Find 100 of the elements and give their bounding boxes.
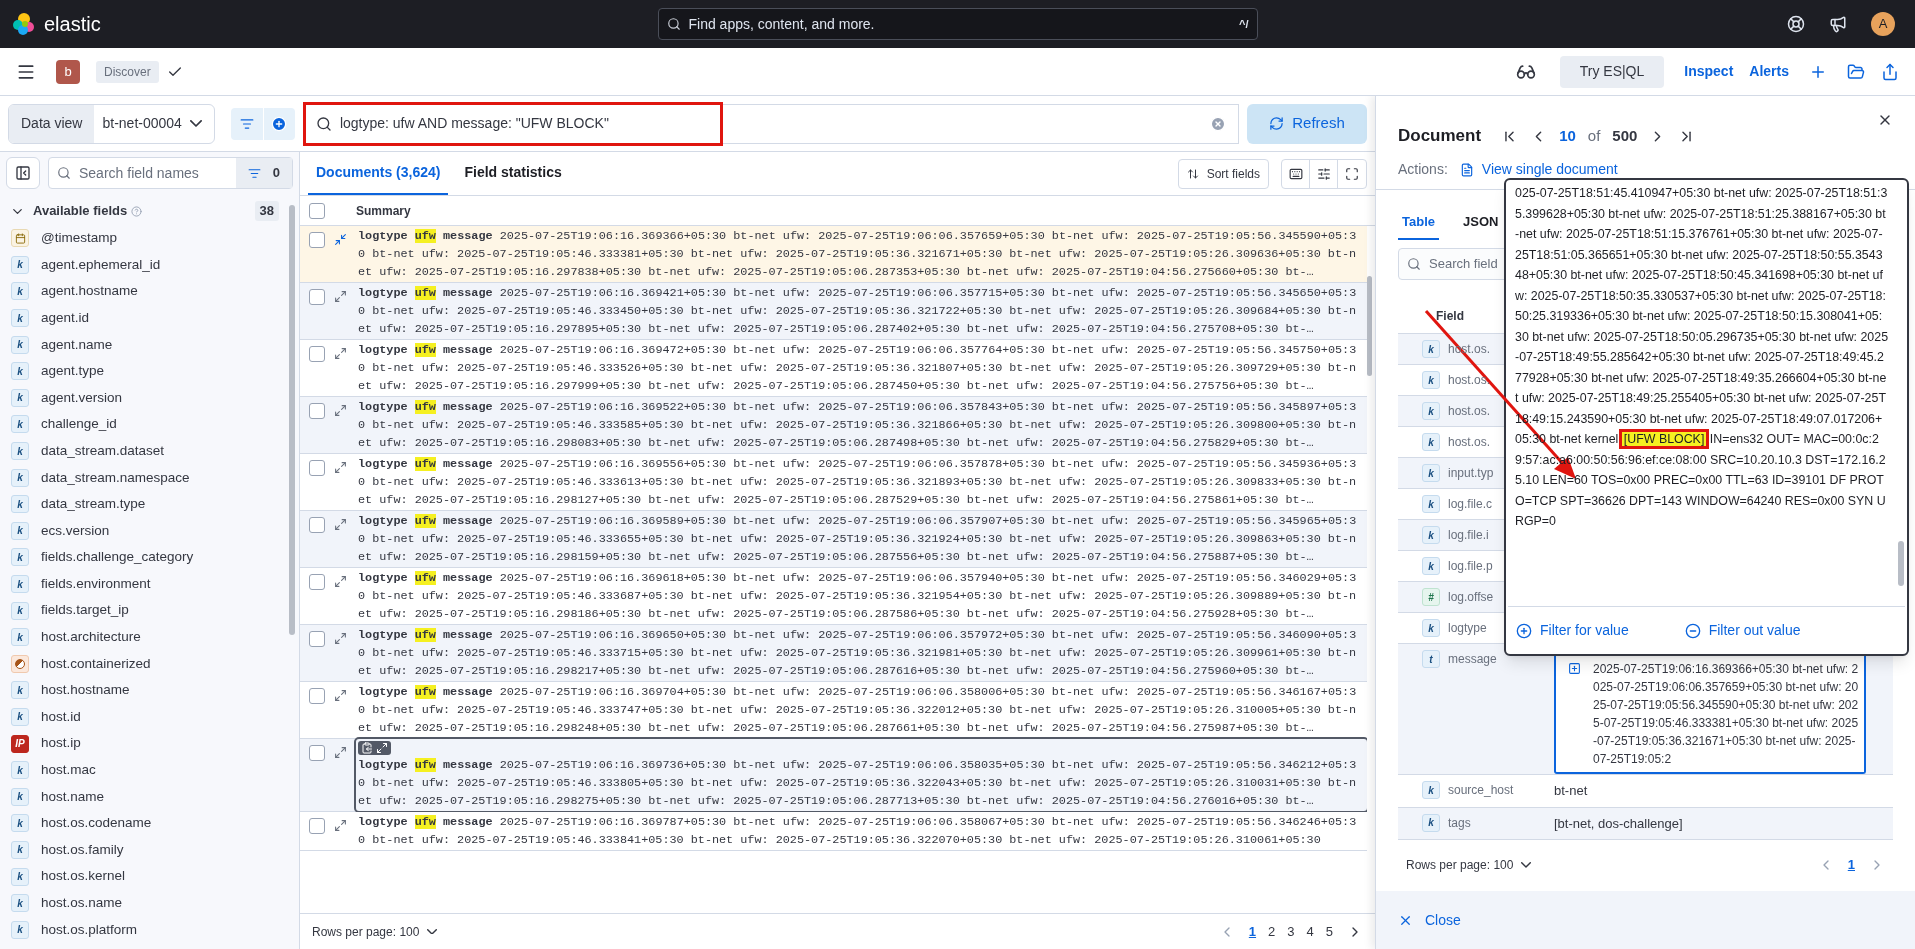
collapse-icon[interactable] bbox=[334, 233, 347, 246]
minus-circle-icon bbox=[1684, 622, 1701, 639]
scrollbar-thumb[interactable] bbox=[1367, 276, 1372, 376]
field-name[interactable]: @timestamp bbox=[41, 228, 117, 249]
global-search-field[interactable]: Find apps, content, and more. ^/ bbox=[657, 8, 1258, 40]
field-search-input[interactable]: Search field names 0 bbox=[48, 157, 293, 189]
refresh-button[interactable]: Refresh bbox=[1247, 103, 1367, 144]
space-avatar[interactable]: b bbox=[56, 59, 80, 84]
field-name[interactable]: host.id bbox=[41, 706, 81, 728]
tab[interactable]: JSON bbox=[1459, 206, 1503, 240]
row-checkbox[interactable] bbox=[309, 574, 325, 590]
collapse-sidebar-button[interactable] bbox=[6, 157, 40, 189]
page-link[interactable]: 2 bbox=[1262, 921, 1282, 942]
section-title[interactable]: Available fields bbox=[33, 201, 128, 221]
expand-icon[interactable] bbox=[334, 632, 347, 645]
field-name[interactable]: agent.version bbox=[41, 387, 123, 408]
clear-icon[interactable] bbox=[1210, 115, 1226, 132]
view-single-document-link[interactable]: View single document bbox=[1459, 159, 1618, 180]
page-link[interactable]: 4 bbox=[1300, 921, 1320, 942]
megaphone-icon[interactable] bbox=[1829, 15, 1847, 33]
page-link[interactable]: 1 bbox=[1242, 921, 1263, 942]
field-name[interactable]: data_stream.namespace bbox=[41, 467, 190, 488]
field-name[interactable]: host.ip bbox=[41, 733, 81, 754]
share-icon[interactable] bbox=[1881, 62, 1899, 81]
header-link[interactable]: Alerts bbox=[1741, 61, 1797, 82]
query-input-field[interactable]: logtype: ufw AND message: "UFW BLOCK" bbox=[307, 106, 718, 141]
field-name[interactable]: host.os.platform bbox=[41, 919, 138, 940]
row-checkbox[interactable] bbox=[309, 517, 325, 533]
summary-cell-text: logtype ufw message 2025-07-25T19:06:16.369650+05:30 bt-net ufw: 2025-07-25T19:06:06.357972+05:30 bt-net ufw: 2025-07-25T19:05:56.346090+05:30 bt-net ufw: 2025-07-25T19:05:46.333715+05:30 bt-net ufw: 2025-07-25T19:05:36.321981+05:30 bt-net ufw: 2025-07-25T19:05:26.309961+05:30 bt-net ufw: 2025-07-25T19:05:16.298217+05:30 bt-net ufw: 2025-07-25T19:05:06.287616+05:30 bt-net ufw: 2025-07-25T19:04:56.275960+05:30 bt-… bbox=[358, 627, 1358, 680]
expand-icon[interactable] bbox=[1568, 662, 1581, 675]
close-button[interactable]: Close bbox=[1398, 909, 1461, 931]
field-name[interactable]: host.mac bbox=[41, 760, 96, 781]
rows-per-page-select[interactable]: Rows per page: 100 bbox=[312, 922, 438, 941]
document-row[interactable] bbox=[300, 739, 1367, 812]
expand-icon[interactable] bbox=[376, 742, 388, 754]
field-name[interactable]: agent.type bbox=[41, 361, 105, 382]
user-avatar[interactable]: A bbox=[1871, 12, 1895, 36]
field-type-badge: k bbox=[11, 708, 29, 726]
try-esql-button[interactable]: Try ES|QL bbox=[1559, 55, 1665, 88]
row-checkbox[interactable] bbox=[309, 688, 325, 704]
filter-out-value-button[interactable]: Filter out value bbox=[1684, 620, 1801, 641]
field-name[interactable]: agent.name bbox=[41, 334, 113, 355]
page-link[interactable]: 1 bbox=[1841, 855, 1861, 875]
row-checkbox[interactable] bbox=[309, 460, 325, 476]
scrollbar-thumb[interactable] bbox=[1898, 541, 1904, 586]
filter-for-value-button[interactable]: Filter for value bbox=[1516, 620, 1629, 641]
row-checkbox[interactable] bbox=[309, 403, 325, 419]
tab[interactable]: Field statistics bbox=[456, 152, 570, 195]
expand-icon[interactable] bbox=[334, 404, 347, 417]
page-link[interactable]: 5 bbox=[1319, 921, 1339, 942]
field-name[interactable]: agent.ephemeral_id bbox=[41, 254, 161, 275]
row-checkbox[interactable] bbox=[309, 631, 325, 647]
field-name[interactable]: challenge_id bbox=[41, 414, 117, 435]
field-name[interactable]: ecs.version bbox=[41, 520, 110, 541]
select-all-checkbox[interactable] bbox=[309, 202, 325, 219]
folder-icon[interactable] bbox=[1847, 62, 1865, 81]
expand-icon[interactable] bbox=[334, 347, 347, 360]
expand-icon[interactable] bbox=[334, 290, 347, 303]
field-name[interactable]: fields.challenge_category bbox=[41, 547, 194, 568]
current-document[interactable]: 10 bbox=[1559, 124, 1576, 148]
row-checkbox[interactable] bbox=[309, 745, 325, 761]
data-view-picker[interactable]: Data view bt-net-00004 bbox=[8, 103, 215, 144]
field-name[interactable]: fields.target_ip bbox=[41, 600, 129, 621]
field-name[interactable]: host.architecture bbox=[41, 627, 141, 648]
field-name[interactable]: host.name bbox=[41, 786, 105, 807]
expand-icon[interactable] bbox=[334, 689, 347, 702]
expand-icon[interactable] bbox=[334, 819, 347, 832]
field-name[interactable]: host.hostname bbox=[41, 680, 130, 701]
help-icon[interactable] bbox=[1787, 15, 1805, 33]
add-filter-button[interactable] bbox=[262, 107, 295, 140]
expand-icon[interactable] bbox=[334, 518, 347, 531]
row-checkbox[interactable] bbox=[309, 289, 325, 305]
field-name[interactable]: data_stream.type bbox=[41, 494, 146, 515]
breadcrumb[interactable]: Discover bbox=[96, 60, 159, 83]
row-checkbox[interactable] bbox=[309, 346, 325, 362]
tab[interactable]: Documents (3,624) bbox=[308, 152, 449, 195]
field-name[interactable]: fields.environment bbox=[41, 573, 151, 595]
rows-per-page-select[interactable]: Rows per page: 100 bbox=[1406, 856, 1532, 874]
row-checkbox[interactable] bbox=[309, 818, 325, 834]
field-name[interactable]: host.os.name bbox=[41, 893, 123, 914]
scrollbar-thumb[interactable] bbox=[289, 205, 295, 635]
header-link[interactable]: Inspect bbox=[1676, 61, 1742, 82]
row-checkbox[interactable] bbox=[309, 232, 325, 248]
field-filter-button[interactable]: 0 bbox=[235, 158, 292, 188]
column-header[interactable]: Summary bbox=[356, 201, 411, 220]
document-row[interactable] bbox=[300, 812, 1367, 851]
copy-icon[interactable] bbox=[361, 742, 373, 754]
expand-icon[interactable] bbox=[334, 575, 347, 588]
field-name[interactable]: data_stream.dataset bbox=[41, 440, 165, 462]
expand-icon[interactable] bbox=[334, 746, 347, 759]
field-name[interactable]: agent.id bbox=[41, 307, 90, 329]
expand-icon[interactable] bbox=[334, 461, 347, 474]
sort-fields-button[interactable]: Sort fields bbox=[1177, 158, 1269, 189]
field-name[interactable]: host.os.kernel bbox=[41, 866, 126, 887]
field-name[interactable]: host.containerized bbox=[41, 653, 151, 674]
field-name[interactable]: host.os.codename bbox=[41, 813, 152, 834]
tab[interactable]: Table bbox=[1398, 206, 1439, 240]
field-name[interactable]: agent.hostname bbox=[41, 281, 138, 302]
page-link[interactable]: 3 bbox=[1281, 921, 1301, 942]
field-name[interactable]: host.os.family bbox=[41, 839, 124, 861]
